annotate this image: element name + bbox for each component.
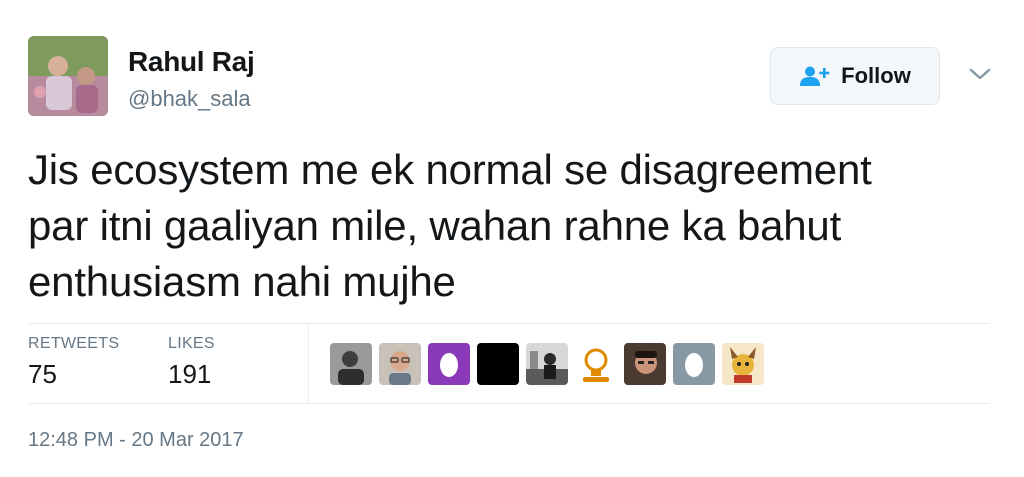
tweet-text-line: Jis ecosystem me ek normal se disagreeme…: [28, 146, 872, 193]
liker-avatar[interactable]: [330, 343, 372, 385]
liker-avatar[interactable]: [379, 343, 421, 385]
liker-avatar[interactable]: [575, 343, 617, 385]
user-avatar-glasses-photo-icon: [379, 343, 421, 385]
author-avatar[interactable]: [28, 36, 108, 116]
chevron-down-icon: [969, 68, 991, 80]
tweet-text-line: par itni gaaliyan mile, wahan rahne ka b…: [28, 202, 842, 249]
likes-stat[interactable]: LIKES 191: [168, 335, 215, 390]
author-name[interactable]: Rahul Raj: [128, 46, 255, 78]
stats-divider-top: [28, 323, 990, 324]
liker-avatar[interactable]: [428, 343, 470, 385]
user-avatar-bw-photo-icon: [330, 343, 372, 385]
likes-count: 191: [168, 359, 212, 389]
user-avatar-bw-scene-icon: [526, 343, 568, 385]
liker-avatar[interactable]: [526, 343, 568, 385]
user-avatar-black-icon: [477, 343, 519, 385]
follow-button[interactable]: Follow: [770, 47, 940, 105]
add-user-icon: [800, 66, 830, 86]
tweet-text: Jis ecosystem me ek normal se disagreeme…: [28, 142, 988, 310]
user-avatar-cartoon-icon: [722, 343, 764, 385]
retweets-label: RETWEETS: [28, 335, 120, 352]
default-egg-avatar-gray-icon: [673, 343, 715, 385]
tweet-menu-caret[interactable]: [966, 64, 994, 84]
user-avatar-man-photo-icon: [624, 343, 666, 385]
tweet-text-line: enthusiasm nahi mujhe: [28, 258, 456, 305]
profile-photo-icon: [28, 36, 108, 116]
liker-avatar[interactable]: [673, 343, 715, 385]
liker-avatar[interactable]: [722, 343, 764, 385]
liker-avatar[interactable]: [477, 343, 519, 385]
liker-avatar[interactable]: [624, 343, 666, 385]
follow-button-label: Follow: [841, 63, 911, 88]
likes-label: LIKES: [168, 335, 215, 352]
author-handle[interactable]: @bhak_sala: [128, 86, 251, 112]
stats-vertical-divider: [308, 324, 309, 403]
retweets-count: 75: [28, 359, 57, 389]
retweets-stat[interactable]: RETWEETS 75: [28, 335, 119, 390]
default-egg-avatar-purple-icon: [428, 343, 470, 385]
stats-divider-bottom: [28, 403, 990, 404]
user-avatar-bulb-logo-icon: [575, 343, 617, 385]
tweet-timestamp[interactable]: 12:48 PM - 20 Mar 2017: [28, 429, 244, 452]
likers-avatar-list: [330, 343, 771, 385]
